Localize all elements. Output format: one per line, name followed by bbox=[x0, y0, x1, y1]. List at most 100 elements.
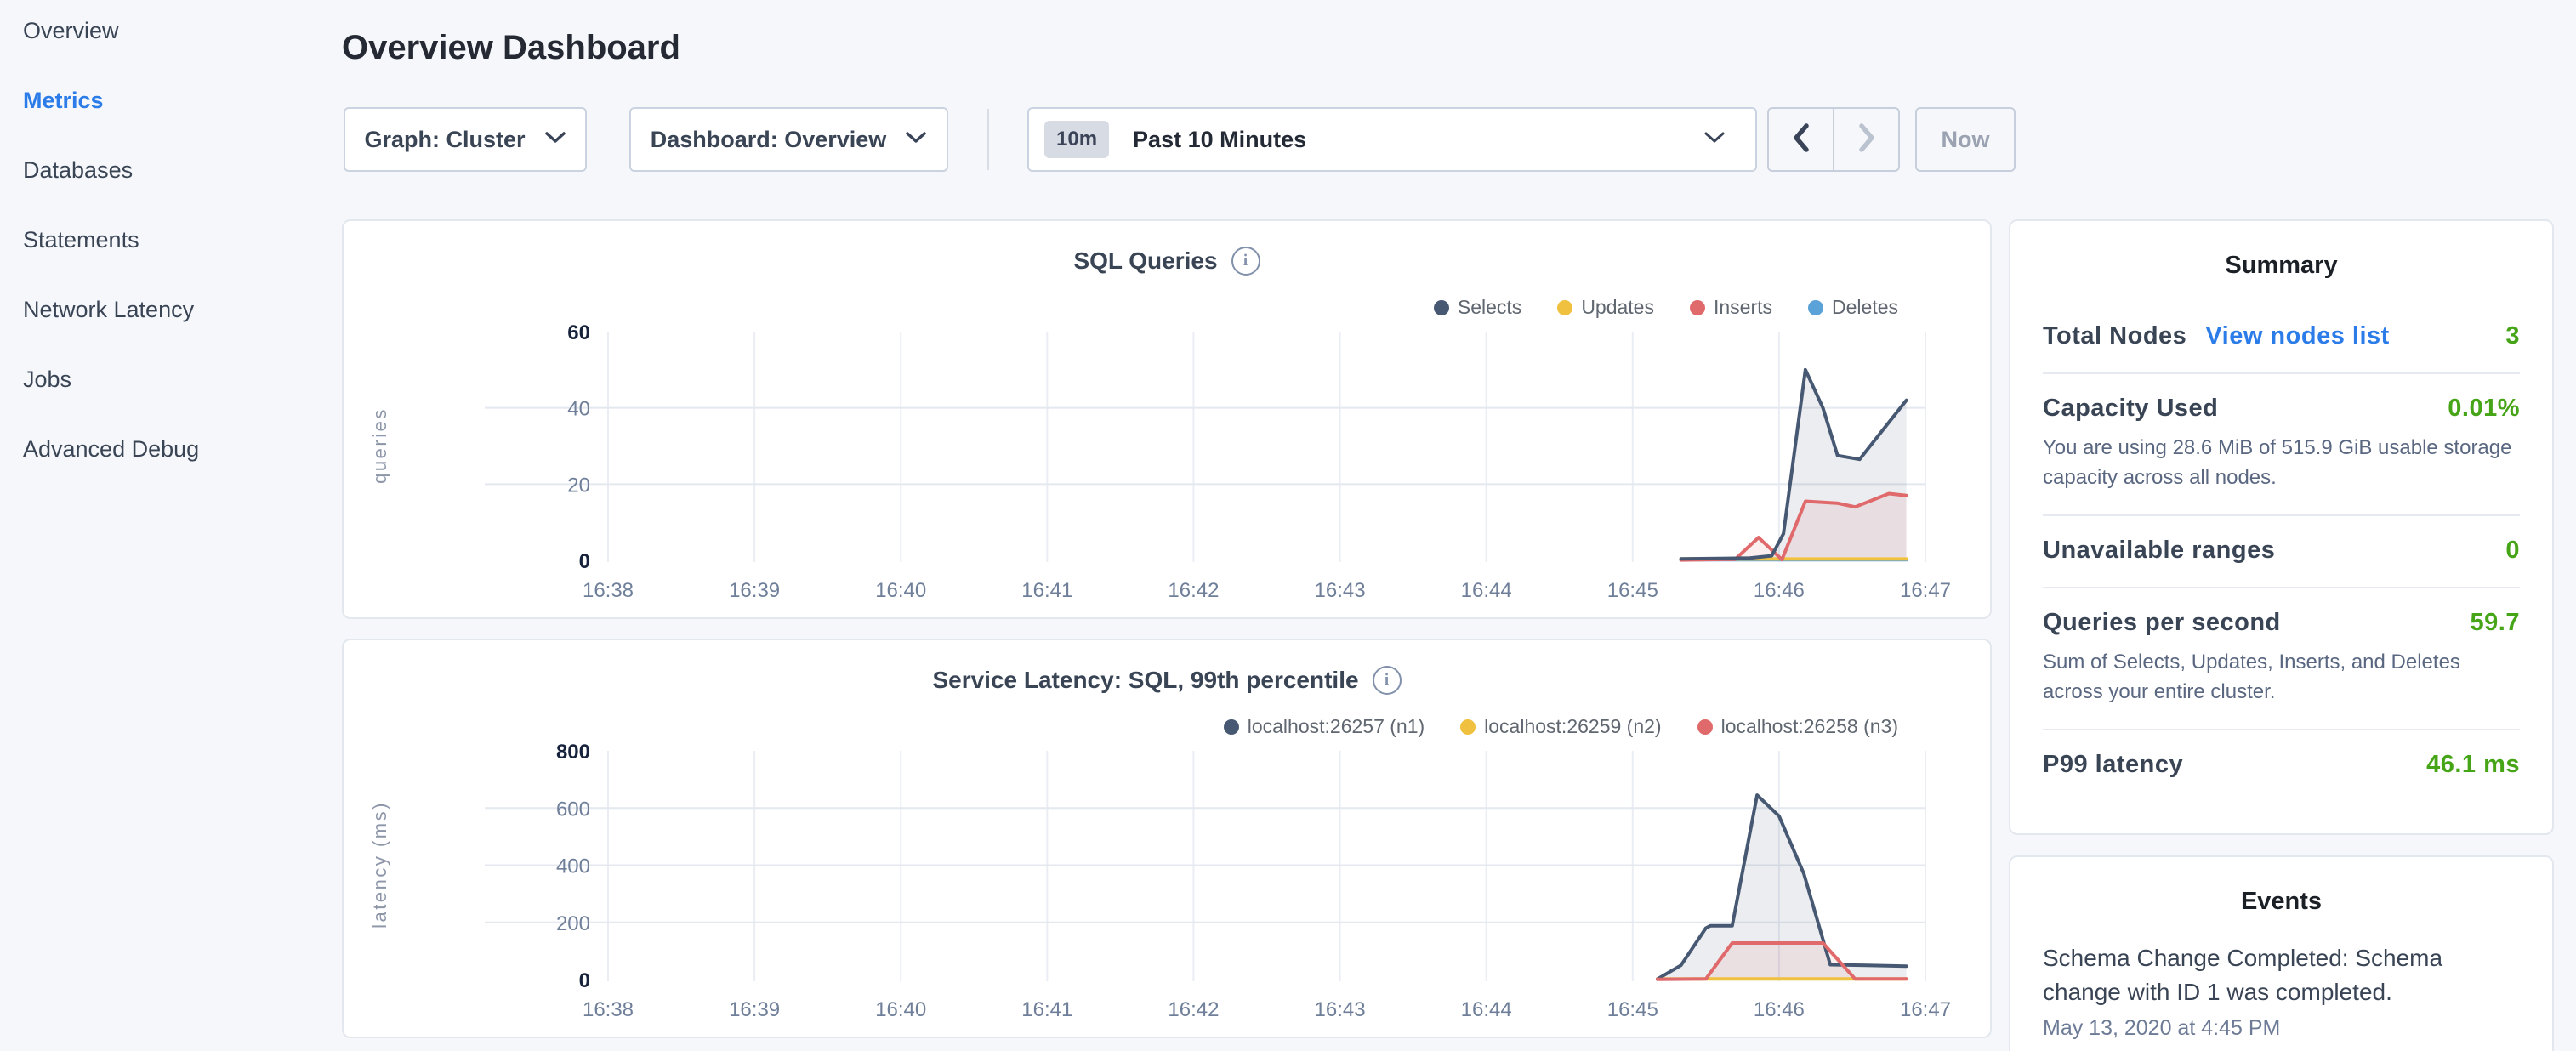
svg-text:40: 40 bbox=[567, 398, 590, 421]
legend-label: localhost:26258 (n3) bbox=[1721, 715, 1898, 738]
previous-time-button[interactable] bbox=[1769, 109, 1834, 170]
legend-label: Updates bbox=[1581, 296, 1654, 319]
legend-dot-icon bbox=[1690, 300, 1705, 315]
svg-text:0: 0 bbox=[579, 969, 590, 992]
sidebar-item-databases[interactable]: Databases bbox=[23, 153, 342, 187]
time-step-buttons bbox=[1767, 107, 1900, 172]
chart-title: Service Latency: SQL, 99th percentile bbox=[932, 667, 1358, 694]
summary-row-total-nodes: Total Nodes View nodes list 3 bbox=[2043, 302, 2520, 374]
svg-text:16:47: 16:47 bbox=[1900, 998, 1951, 1021]
svg-text:16:45: 16:45 bbox=[1607, 998, 1658, 1021]
legend-item-localhost-26257-n1: localhost:26257 (n1) bbox=[1224, 715, 1424, 738]
graph-dropdown[interactable]: Graph: Cluster bbox=[344, 107, 587, 172]
summary-row-unavailable-ranges: Unavailable ranges 0 bbox=[2043, 516, 2520, 588]
summary-description: Sum of Selects, Updates, Inserts, and De… bbox=[2043, 647, 2520, 707]
svg-text:16:40: 16:40 bbox=[875, 998, 926, 1021]
legend-dot-icon bbox=[1557, 300, 1572, 315]
chart-title: SQL Queries bbox=[1073, 247, 1217, 275]
sidebar-item-metrics[interactable]: Metrics bbox=[23, 83, 342, 117]
info-icon[interactable]: i bbox=[1231, 247, 1260, 276]
event-text: Schema Change Completed: Schema change w… bbox=[2043, 941, 2502, 1009]
time-range-badge: 10m bbox=[1044, 121, 1109, 158]
now-button[interactable]: Now bbox=[1915, 107, 2016, 172]
dashboard-dropdown[interactable]: Dashboard: Overview bbox=[629, 107, 948, 172]
svg-text:16:41: 16:41 bbox=[1021, 998, 1072, 1021]
chevron-right-icon bbox=[1854, 119, 1879, 161]
summary-value: 59.7 bbox=[2471, 609, 2520, 637]
summary-row-p99-latency: P99 latency 46.1 ms bbox=[2043, 730, 2520, 801]
svg-text:20: 20 bbox=[567, 474, 590, 497]
chart-legend: SelectsUpdatesInsertsDeletes bbox=[1434, 296, 1898, 319]
svg-text:latency (ms): latency (ms) bbox=[369, 801, 390, 929]
svg-text:16:39: 16:39 bbox=[729, 998, 780, 1021]
graph-dropdown-label: Graph: Cluster bbox=[364, 127, 525, 153]
chevron-down-icon bbox=[1703, 130, 1726, 149]
service-latency-chart-card: 16:3816:3916:4016:4116:4216:4316:4416:45… bbox=[342, 639, 1992, 1038]
svg-text:16:47: 16:47 bbox=[1900, 579, 1951, 602]
summary-label: Capacity Used bbox=[2043, 395, 2218, 423]
info-icon[interactable]: i bbox=[1373, 666, 1402, 695]
summary-description: You are using 28.6 MiB of 515.9 GiB usab… bbox=[2043, 433, 2520, 492]
sidebar-item-overview[interactable]: Overview bbox=[23, 14, 342, 48]
svg-text:800: 800 bbox=[556, 741, 590, 764]
svg-text:16:41: 16:41 bbox=[1021, 579, 1072, 602]
legend-item-localhost-26258-n3: localhost:26258 (n3) bbox=[1697, 715, 1898, 738]
svg-text:16:45: 16:45 bbox=[1607, 579, 1658, 602]
svg-text:600: 600 bbox=[556, 798, 590, 821]
next-time-button[interactable] bbox=[1834, 109, 1898, 170]
summary-value: 0.01% bbox=[2448, 395, 2520, 423]
legend-label: localhost:26259 (n2) bbox=[1484, 715, 1661, 738]
legend-dot-icon bbox=[1434, 300, 1449, 315]
summary-value: 46.1 ms bbox=[2426, 751, 2520, 779]
legend-label: Deletes bbox=[1832, 296, 1898, 319]
summary-panel: Summary Total NodesView nodes list3Capac… bbox=[2009, 219, 2554, 835]
svg-text:queries: queries bbox=[369, 407, 390, 484]
event-item[interactable]: Schema Change Completed: Schema change w… bbox=[2043, 941, 2520, 1041]
events-title: Events bbox=[2010, 857, 2552, 916]
svg-text:16:43: 16:43 bbox=[1315, 579, 1366, 602]
summary-label: Total Nodes bbox=[2043, 322, 2186, 350]
service-latency-chart[interactable]: 16:3816:3916:4016:4116:4216:4316:4416:45… bbox=[344, 640, 1993, 1040]
sidebar: Overview Metrics Databases Statements Networ… bbox=[0, 0, 342, 1051]
sidebar-item-advanced-debug[interactable]: Advanced Debug bbox=[23, 432, 342, 466]
legend-label: localhost:26257 (n1) bbox=[1248, 715, 1424, 738]
sql-queries-chart-card: 16:38 16:39 16:40 16:41 16:42 16:43 16:44 16:45… bbox=[342, 219, 1992, 619]
legend-dot-icon bbox=[1808, 300, 1823, 315]
summary-label: Unavailable ranges bbox=[2043, 537, 2275, 565]
sidebar-item-jobs[interactable]: Jobs bbox=[23, 362, 342, 396]
svg-text:16:46: 16:46 bbox=[1754, 579, 1805, 602]
svg-text:0: 0 bbox=[579, 550, 590, 573]
svg-text:200: 200 bbox=[556, 912, 590, 935]
view-nodes-link[interactable]: View nodes list bbox=[2205, 322, 2389, 350]
svg-text:16:43: 16:43 bbox=[1315, 998, 1366, 1021]
chevron-left-icon bbox=[1788, 119, 1814, 161]
legend-dot-icon bbox=[1460, 719, 1476, 735]
svg-text:16:39: 16:39 bbox=[729, 579, 780, 602]
summary-value: 0 bbox=[2505, 537, 2520, 565]
svg-text:16:38: 16:38 bbox=[583, 998, 634, 1021]
sql-queries-chart[interactable]: 16:38 16:39 16:40 16:41 16:42 16:43 16:44 16:45… bbox=[344, 221, 1993, 621]
time-range-selector[interactable]: 10m Past 10 Minutes bbox=[1027, 107, 1757, 172]
chevron-down-icon bbox=[905, 130, 927, 149]
legend-dot-icon bbox=[1697, 719, 1713, 735]
svg-text:16:40: 16:40 bbox=[875, 579, 926, 602]
page-title: Overview Dashboard bbox=[342, 26, 680, 70]
svg-text:400: 400 bbox=[556, 855, 590, 878]
legend-item-selects: Selects bbox=[1434, 296, 1521, 319]
chart-legend: localhost:26257 (n1) localhost:26259 (n2)… bbox=[1224, 715, 1898, 738]
svg-text:16:46: 16:46 bbox=[1754, 998, 1805, 1021]
svg-text:16:44: 16:44 bbox=[1461, 998, 1512, 1021]
controls-divider bbox=[987, 109, 989, 170]
legend-item-deletes: Deletes bbox=[1808, 296, 1898, 319]
summary-row-capacity-used: Capacity Used 0.01% You are using 28.6 MiB… bbox=[2043, 374, 2520, 516]
summary-value: 3 bbox=[2505, 322, 2520, 350]
svg-text:16:38: 16:38 bbox=[583, 579, 634, 602]
sidebar-item-network-latency[interactable]: Network Latency bbox=[23, 293, 342, 327]
legend-dot-icon bbox=[1224, 719, 1239, 735]
summary-label: P99 latency bbox=[2043, 751, 2183, 779]
svg-text:16:44: 16:44 bbox=[1461, 579, 1512, 602]
sidebar-item-statements[interactable]: Statements bbox=[23, 223, 342, 257]
summary-label: Queries per second bbox=[2043, 609, 2281, 637]
time-range-label: Past 10 Minutes bbox=[1133, 127, 1306, 153]
svg-text:16:42: 16:42 bbox=[1168, 579, 1219, 602]
